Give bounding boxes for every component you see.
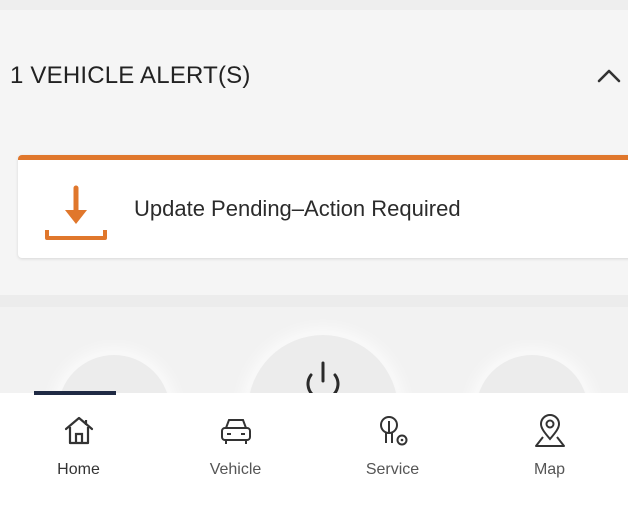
download-icon [45, 185, 107, 240]
tab-label: Map [533, 461, 566, 478]
power-icon [306, 361, 340, 395]
active-tab-indicator [34, 391, 116, 395]
collapse-alerts-button[interactable] [584, 51, 628, 101]
tab-home[interactable]: Home [0, 393, 157, 513]
alerts-title: 1 VEHICLE ALERT(S) [10, 62, 251, 89]
control-button-right[interactable] [476, 355, 588, 395]
alert-label: Update Pending–Action Required [134, 196, 461, 221]
control-button-left[interactable] [58, 355, 170, 395]
section-divider [0, 295, 628, 307]
control-button-power[interactable] [248, 335, 398, 395]
map-pin-icon [530, 411, 570, 451]
alert-icon-wrap [40, 173, 112, 245]
top-strip [0, 0, 628, 10]
service-icon [373, 411, 413, 451]
bottom-tab-bar: Home Vehicle Service Map [0, 393, 628, 513]
car-icon [216, 411, 256, 451]
tab-label: Service [365, 461, 420, 478]
remote-controls [0, 307, 628, 395]
chevron-up-icon [597, 69, 621, 83]
tab-label: Vehicle [209, 461, 262, 478]
alert-card[interactable]: Update Pending–Action Required [18, 155, 628, 258]
home-icon [59, 411, 99, 451]
tab-label: Home [57, 461, 100, 478]
tab-map[interactable]: Map [471, 393, 628, 513]
tab-service[interactable]: Service [314, 393, 471, 513]
alerts-header: 1 VEHICLE ALERT(S) [0, 40, 628, 112]
tab-vehicle[interactable]: Vehicle [157, 393, 314, 513]
